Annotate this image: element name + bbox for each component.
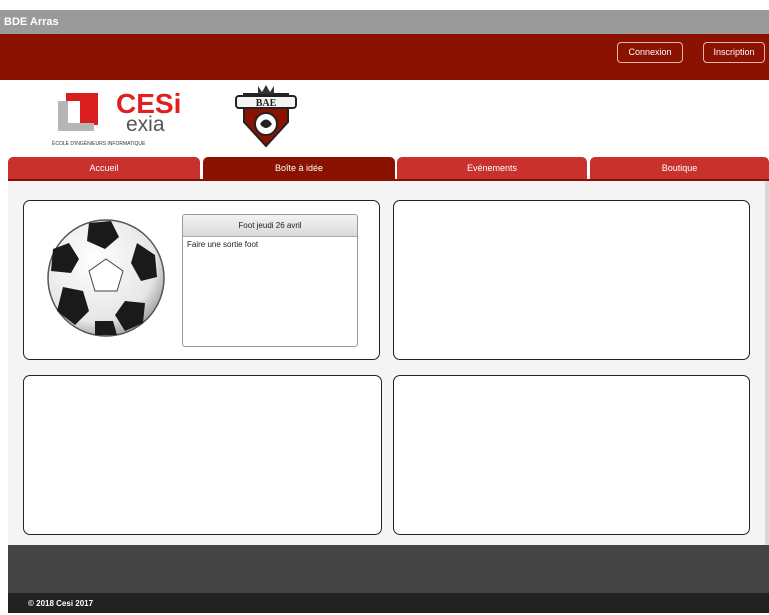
tab-boite-a-idee[interactable]: Boîte à idée <box>203 157 395 179</box>
idea-panel[interactable]: Foot jeudi 26 avril Faire une sortie foo… <box>182 214 358 347</box>
footer-bar: © 2018 Cesi 2017 <box>8 593 769 613</box>
empty-idea-card <box>23 375 382 535</box>
window-title-bar: BDE Arras <box>0 10 769 34</box>
window-title: BDE Arras <box>4 16 59 28</box>
vertical-scrollbar[interactable] <box>765 181 769 545</box>
crest-text: BAE <box>256 98 277 109</box>
tab-accueil[interactable]: Accueil <box>8 157 200 179</box>
logo-grey-base <box>58 123 94 131</box>
tab-evenements[interactable]: Evénements <box>397 157 587 179</box>
idea-title: Foot jeudi 26 avril <box>183 215 357 237</box>
footer-copyright: © 2018 Cesi 2017 <box>28 599 94 608</box>
soccer-ball-icon <box>47 219 165 337</box>
empty-idea-card <box>393 200 750 360</box>
signup-button[interactable]: Inscription <box>703 42 765 63</box>
crest-crown <box>258 85 274 94</box>
empty-idea-card <box>393 375 750 535</box>
idea-description: Faire une sortie foot <box>187 240 259 249</box>
bde-crest-logo[interactable]: BAE <box>224 82 308 148</box>
logo-tagline: ÉCOLE D'INGÉNIEURS INFORMATIQUE <box>52 140 146 147</box>
tab-boutique[interactable]: Boutique <box>590 157 769 179</box>
main-navigation: Accueil Boîte à idée Evénements Boutique <box>8 157 769 179</box>
login-button[interactable]: Connexion <box>617 42 683 63</box>
cesi-exia-logo[interactable]: CESi exia ÉCOLE D'INGÉNIEURS INFORMATIQU… <box>52 83 182 147</box>
logo-exia-text: exia <box>126 113 165 136</box>
footer-band <box>8 545 769 593</box>
left-page-edge <box>0 181 8 613</box>
